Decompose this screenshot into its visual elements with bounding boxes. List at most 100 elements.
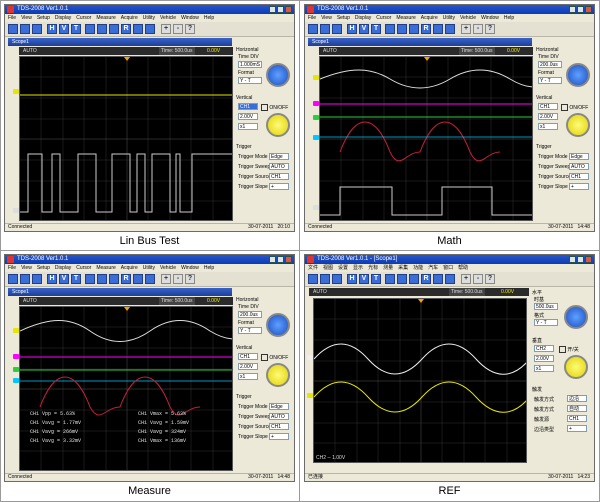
trigger-icon[interactable]: T	[371, 24, 381, 34]
probe-select[interactable]: x1	[534, 365, 554, 372]
time-knob[interactable]	[266, 313, 290, 337]
save-icon[interactable]	[20, 24, 30, 34]
maximize-button[interactable]	[577, 6, 584, 13]
ch4-marker[interactable]	[313, 135, 319, 140]
trigger-slope-select[interactable]: +	[269, 183, 289, 190]
time-div-select[interactable]: 500.0us	[534, 303, 558, 310]
stop-icon[interactable]	[97, 274, 107, 284]
print-icon[interactable]	[32, 24, 42, 34]
math-icon[interactable]	[133, 24, 143, 34]
menu-view[interactable]: View	[21, 15, 32, 21]
trigger-source-select[interactable]: CH1	[569, 173, 589, 180]
measure-icon[interactable]	[445, 274, 455, 284]
maximize-button[interactable]	[577, 256, 584, 263]
help-icon[interactable]: ?	[185, 24, 195, 34]
zoom-in-icon[interactable]: +	[161, 24, 171, 34]
menu-view[interactable]: View	[21, 265, 32, 271]
close-button[interactable]	[585, 256, 592, 263]
scope-tab[interactable]: Scope1	[8, 288, 232, 296]
menu-acquire[interactable]: Acquire	[121, 265, 138, 271]
menu-help[interactable]: 帮助	[458, 265, 468, 271]
trigger-source-select[interactable]: CH1	[269, 173, 289, 180]
run-icon[interactable]	[85, 24, 95, 34]
open-icon[interactable]	[308, 274, 318, 284]
menu-setup[interactable]: Setup	[37, 15, 50, 21]
save-icon[interactable]	[320, 274, 330, 284]
stop-icon[interactable]	[97, 24, 107, 34]
trigger-sweep-select[interactable]: 自动	[567, 405, 587, 412]
trigger-slope-select[interactable]: +	[569, 183, 589, 190]
channel-select[interactable]: CH1	[538, 103, 558, 110]
menu-display[interactable]: Display	[55, 15, 71, 21]
trigger-icon[interactable]: T	[71, 24, 81, 34]
trigger-sweep-select[interactable]: AUTO	[269, 413, 289, 420]
math-marker[interactable]	[13, 354, 19, 359]
trigger-source-select[interactable]: CH1	[567, 415, 587, 422]
ref-icon[interactable]: R	[121, 24, 131, 34]
menu-help[interactable]: Help	[204, 265, 214, 271]
ch3-marker[interactable]	[313, 115, 319, 120]
ch1-marker[interactable]	[13, 328, 19, 333]
menu-file[interactable]: File	[308, 15, 316, 21]
menu-cursor[interactable]: Cursor	[76, 265, 91, 271]
probe-select[interactable]: x1	[538, 123, 558, 130]
trigger-mode-select[interactable]: Edge	[269, 403, 289, 410]
ch2-marker[interactable]	[13, 208, 19, 213]
channel-select[interactable]: CH1	[238, 353, 258, 360]
menu-view[interactable]: 视图	[323, 265, 333, 271]
menu-measure[interactable]: Measure	[96, 15, 115, 21]
menu-measure[interactable]: Measure	[96, 265, 115, 271]
menu-vehicle[interactable]: Vehicle	[160, 265, 176, 271]
waveform-display[interactable]	[319, 56, 533, 221]
menu-window[interactable]: 窗口	[443, 265, 453, 271]
menu-display[interactable]: Display	[355, 15, 371, 21]
close-button[interactable]	[285, 256, 292, 263]
menu-cursor[interactable]: 光标	[368, 265, 378, 271]
open-icon[interactable]	[308, 24, 318, 34]
menu-vehicle[interactable]: Vehicle	[160, 15, 176, 21]
trigger-slope-select[interactable]: +	[269, 433, 289, 440]
ch3-marker[interactable]	[13, 367, 19, 372]
zoom-out-icon[interactable]: -	[473, 274, 483, 284]
measure-icon[interactable]	[145, 274, 155, 284]
menu-help[interactable]: Help	[504, 15, 514, 21]
measure-icon[interactable]	[445, 24, 455, 34]
time-div-select[interactable]: 200.0us	[538, 61, 562, 68]
open-icon[interactable]	[8, 24, 18, 34]
vertical-icon[interactable]: V	[359, 24, 369, 34]
trigger-sweep-select[interactable]: AUTO	[569, 163, 589, 170]
menu-display[interactable]: 显示	[353, 265, 363, 271]
onoff-checkbox[interactable]: ON/OFF	[261, 354, 288, 361]
onoff-checkbox[interactable]: 开/关	[559, 346, 579, 354]
ch1-marker[interactable]	[313, 75, 319, 80]
menu-acquire[interactable]: Acquire	[121, 15, 138, 21]
menu-vehicle[interactable]: 汽车	[428, 265, 438, 271]
trigger-position-marker[interactable]	[418, 299, 424, 303]
menu-measure[interactable]: 测量	[383, 265, 393, 271]
menu-cursor[interactable]: Cursor	[376, 15, 391, 21]
format-select[interactable]: Y - T	[534, 319, 558, 326]
scope-tab[interactable]: Scope1	[8, 38, 232, 46]
onoff-checkbox[interactable]: ON/OFF	[561, 104, 588, 111]
menu-setup[interactable]: 设置	[338, 265, 348, 271]
close-button[interactable]	[285, 6, 292, 13]
menu-window[interactable]: Window	[181, 15, 199, 21]
menu-file[interactable]: 文件	[308, 265, 318, 271]
vertical-icon[interactable]: V	[359, 274, 369, 284]
volt-knob[interactable]	[564, 355, 588, 379]
volt-div-select[interactable]: 2.00V	[534, 355, 554, 362]
help-icon[interactable]: ?	[185, 274, 195, 284]
horizontal-icon[interactable]: H	[347, 274, 357, 284]
trigger-mode-select[interactable]: Edge	[569, 153, 589, 160]
close-button[interactable]	[585, 6, 592, 13]
trigger-sweep-select[interactable]: AUTO	[269, 163, 289, 170]
open-icon[interactable]	[8, 274, 18, 284]
waveform-display[interactable]: CH1 Vpp = 5.63% CH1 Vmax = 5.63% CH1 Vavg…	[19, 306, 233, 471]
zoom-out-icon[interactable]: -	[173, 274, 183, 284]
measure-icon[interactable]	[145, 24, 155, 34]
math-icon[interactable]	[433, 24, 443, 34]
menu-utility[interactable]: Utility	[143, 15, 155, 21]
zoom-out-icon[interactable]: -	[173, 24, 183, 34]
stop-icon[interactable]	[397, 24, 407, 34]
menu-window[interactable]: Window	[181, 265, 199, 271]
